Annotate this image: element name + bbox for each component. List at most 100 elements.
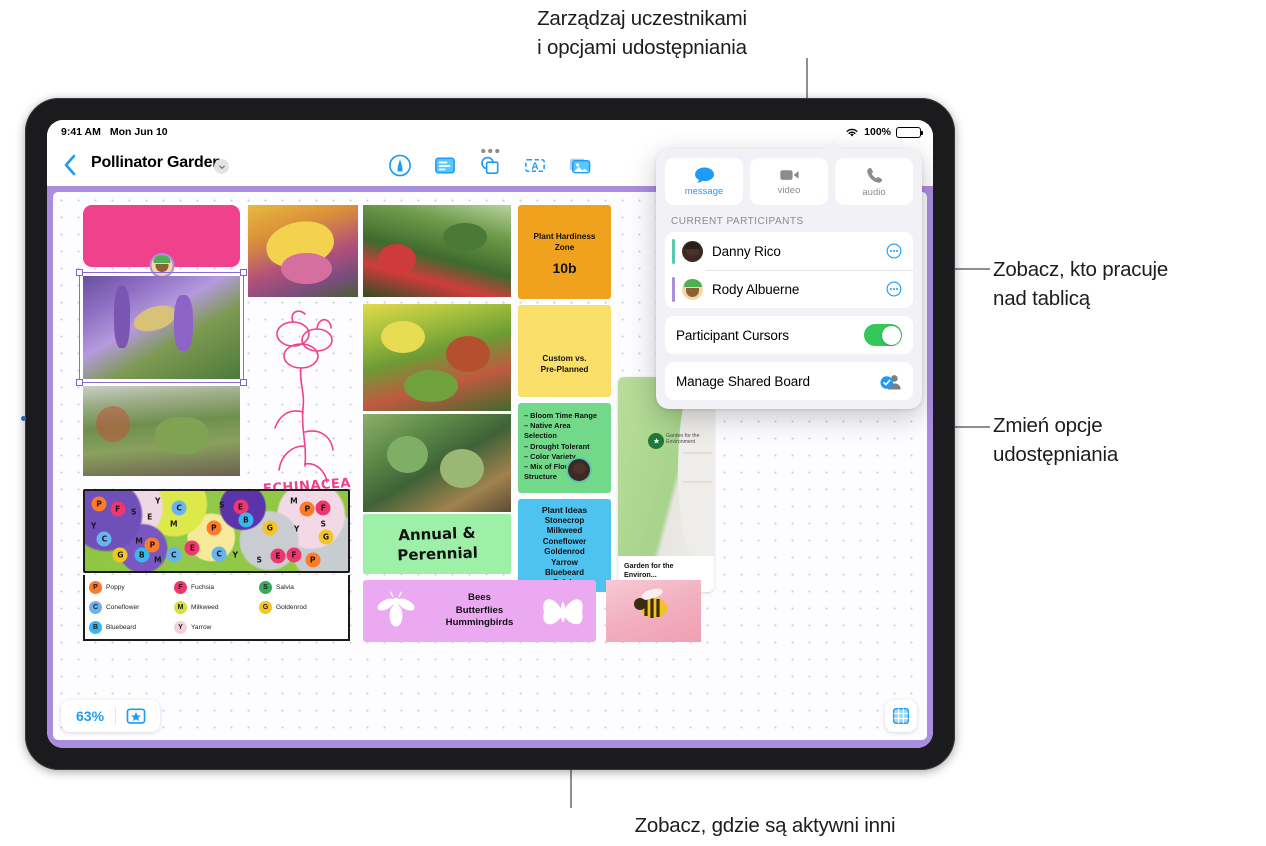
- note-pollinators[interactable]: Bees Butterflies Hummingbirds: [363, 580, 596, 642]
- chevron-left-icon[interactable]: [63, 153, 77, 177]
- legend-item: P Poppy: [89, 577, 174, 597]
- callout-right-upper: Zobacz, kto pracuje nad tablicą: [993, 258, 1169, 310]
- current-participants-header: CURRENT PARTICIPANTS: [671, 216, 804, 227]
- device-side-indicator: [21, 416, 26, 421]
- legend-label: Fuchsia: [191, 583, 215, 591]
- photo-butterfly[interactable]: [248, 205, 358, 297]
- avatar: [682, 240, 703, 262]
- star-box-icon[interactable]: [116, 706, 156, 726]
- list-item: Butterflies: [455, 604, 504, 616]
- photo-bee-closeup[interactable]: [606, 580, 701, 642]
- note-plant-ideas[interactable]: Plant Ideas Stonecrop Milkweed Coneflowe…: [515, 496, 614, 595]
- status-date: Mon Jun 10: [109, 126, 168, 138]
- list-item: – Bloom Time Range: [524, 411, 597, 420]
- note-plant-ideas-title: Plant Ideas: [541, 505, 588, 515]
- legend-label: Coneflower: [106, 603, 140, 611]
- legend-item: G Goldenrod: [259, 597, 344, 617]
- photo-lavender-bee[interactable]: [83, 276, 240, 379]
- handwriting-annual-perennial: Annual & Perennial: [396, 523, 478, 565]
- manage-shared-board-row[interactable]: Manage Shared Board: [665, 362, 913, 400]
- note-custom-preplanned[interactable]: Custom vs. Pre-Planned: [518, 305, 611, 397]
- grid-icon[interactable]: [885, 700, 917, 732]
- message-bubble-icon: [694, 167, 714, 183]
- avatar: [682, 278, 703, 300]
- manage-shared-board-label: Manage Shared Board: [676, 373, 810, 389]
- note-criteria-list: – Bloom Time Range – Native Area Selecti…: [524, 411, 605, 482]
- legend-swatch: F: [174, 580, 187, 594]
- chevron-down-icon[interactable]: [214, 159, 229, 174]
- plot-legend: P Poppy F Fuchsia S Salvia C Coneflower …: [83, 575, 350, 641]
- note-annual-perennial[interactable]: Annual & Perennial: [363, 514, 511, 574]
- photo-garden-bed[interactable]: [83, 386, 240, 476]
- shapes-icon[interactable]: [478, 153, 503, 178]
- participant-name: Rody Albuerne: [712, 281, 800, 297]
- legend-swatch: M: [174, 600, 187, 614]
- collaborate-person-badge-icon: [880, 374, 901, 390]
- text-box-icon[interactable]: A: [523, 153, 548, 178]
- note-plant-hardiness-value: 10b: [552, 259, 577, 276]
- legend-label: Bluebeard: [106, 623, 137, 631]
- list-item: Coneflower: [542, 536, 587, 546]
- note-plant-hardiness[interactable]: Plant Hardiness Zone 10b: [518, 205, 611, 299]
- sticky-note-icon[interactable]: [433, 153, 458, 178]
- participant-cursors-label: Participant Cursors: [676, 327, 789, 343]
- more-circle-icon[interactable]: [886, 281, 902, 297]
- photo-succulents[interactable]: [363, 414, 511, 512]
- photo-flower-garden[interactable]: [363, 304, 511, 411]
- legend-swatch: S: [259, 580, 272, 594]
- zoom-control[interactable]: 63%: [61, 700, 161, 732]
- multitasking-handle[interactable]: [481, 149, 499, 153]
- media-photos-icon[interactable]: [568, 153, 593, 178]
- list-item: Bluebeard: [544, 568, 585, 578]
- map-pin-icon: [648, 433, 664, 449]
- photo-hummingbird[interactable]: [363, 205, 511, 297]
- list-item: Milkweed: [546, 526, 583, 536]
- toolbar-tools: A: [388, 153, 593, 178]
- battery-icon: [896, 126, 924, 138]
- audio-action-label: audio: [862, 186, 886, 198]
- legend-swatch: Y: [174, 620, 187, 634]
- battery-percent: 100%: [864, 126, 891, 138]
- participant-cursors-row[interactable]: Participant Cursors: [665, 316, 913, 354]
- list-item: – Native Area Selection: [524, 421, 571, 441]
- pen-markup-icon[interactable]: [388, 153, 413, 178]
- video-action-button[interactable]: video: [750, 158, 828, 205]
- legend-item: S Salvia: [259, 577, 344, 597]
- participant-row-danny-rico[interactable]: Danny Rico: [665, 232, 913, 270]
- legend-label: Milkweed: [191, 603, 219, 611]
- list-item: Yarrow: [551, 557, 578, 567]
- participant-name: Danny Rico: [712, 243, 781, 259]
- more-circle-icon[interactable]: [886, 243, 902, 259]
- list-item: Bees: [468, 592, 491, 604]
- avatar: [149, 253, 174, 278]
- list-item: Goldenrod: [544, 547, 585, 557]
- participant-cursors-toggle[interactable]: [864, 324, 902, 346]
- message-action-button[interactable]: message: [665, 158, 743, 205]
- participant-color-bar: [672, 276, 675, 302]
- participant-row-rody-albuerne[interactable]: Rody Albuerne: [665, 270, 913, 308]
- video-camera-icon: [779, 170, 799, 180]
- map-card-garden-for-the-environment[interactable]: Garden for the Environment Garden for th…: [618, 377, 714, 592]
- note-criteria[interactable]: – Bloom Time Range – Native Area Selecti…: [518, 403, 611, 493]
- audio-action-button[interactable]: audio: [835, 158, 913, 205]
- board-title-card[interactable]: [83, 205, 240, 278]
- legend-label: Salvia: [276, 583, 294, 591]
- map-card-title: Garden for the Environ...: [624, 561, 674, 579]
- message-action-label: message: [684, 186, 724, 197]
- map-pin-label: Garden for the Environment: [666, 433, 700, 446]
- legend-item: B Bluebeard: [89, 617, 174, 637]
- status-bar: 9:41 AM Mon Jun 10 100%: [47, 120, 933, 144]
- bee-silhouette-icon: [377, 591, 415, 627]
- drawing-echinacea[interactable]: [249, 304, 357, 504]
- legend-swatch: P: [89, 580, 102, 594]
- legend-item: F Fuchsia: [174, 577, 259, 597]
- zoom-level-label: 63%: [76, 708, 105, 724]
- legend-item: C Coneflower: [89, 597, 174, 617]
- status-time: 9:41 AM: [61, 126, 101, 138]
- collaboration-popover: message video audio CURRENT PARTICIPANTS…: [656, 141, 922, 409]
- legend-item: M Milkweed: [174, 597, 259, 617]
- garden-plot-diagram[interactable]: [83, 489, 350, 573]
- participant-color-bar: [672, 238, 675, 264]
- note-custom-preplanned-label: Custom vs. Pre-Planned: [540, 354, 589, 374]
- wifi-icon: [846, 128, 858, 137]
